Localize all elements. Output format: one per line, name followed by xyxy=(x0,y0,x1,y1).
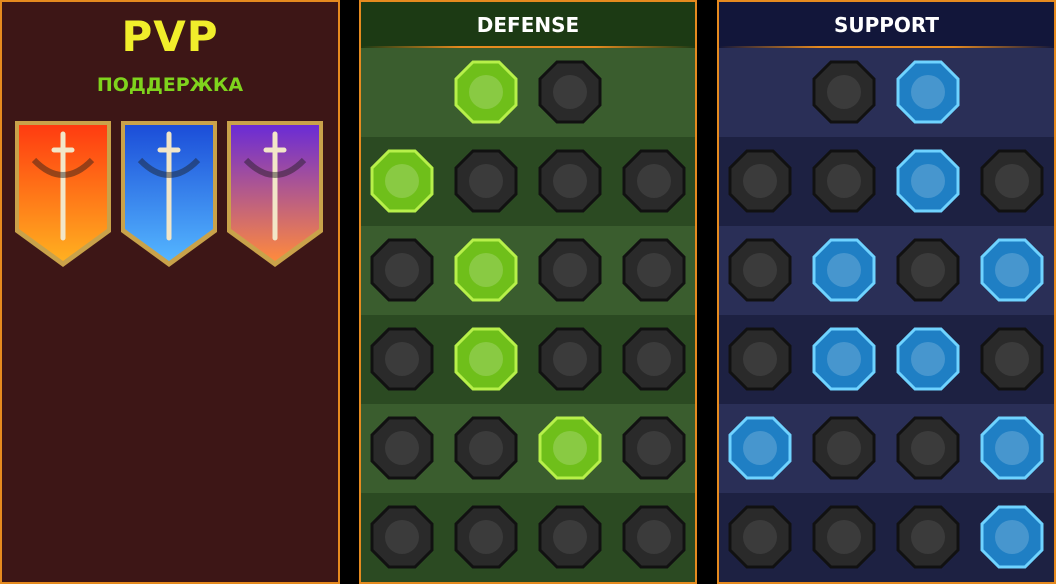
support-row xyxy=(719,226,1054,315)
purple-crossed-swords-banner[interactable] xyxy=(226,120,324,268)
defense-row xyxy=(361,493,695,582)
crossed-blades-icon[interactable] xyxy=(622,149,686,213)
eagle-head-icon[interactable] xyxy=(980,505,1044,569)
armored-torso-icon[interactable] xyxy=(538,149,602,213)
bearded-face-icon[interactable] xyxy=(538,505,602,569)
dashing-runner-icon[interactable] xyxy=(370,416,434,480)
hourglass-alien-icon[interactable] xyxy=(454,327,518,391)
raised-fist-icon[interactable] xyxy=(538,60,602,124)
flaming-warrior-icon[interactable] xyxy=(370,505,434,569)
running-boot-icon[interactable] xyxy=(812,416,876,480)
support-row xyxy=(719,493,1054,582)
page-title: PVP xyxy=(121,12,219,61)
sparkle-figure-icon[interactable] xyxy=(728,238,792,302)
punching-figure-icon[interactable] xyxy=(370,238,434,302)
glowing-hand-icon[interactable] xyxy=(896,60,960,124)
support-row xyxy=(719,48,1054,137)
stair-blocks-icon[interactable] xyxy=(454,60,518,124)
banner-row xyxy=(14,120,324,268)
compass-star-icon[interactable] xyxy=(728,416,792,480)
flaming-fist-icon[interactable] xyxy=(812,327,876,391)
gripping-fist-icon[interactable] xyxy=(896,505,960,569)
bull-head-icon[interactable] xyxy=(622,327,686,391)
speed-boot-icon[interactable] xyxy=(980,149,1044,213)
flexing-man-icon[interactable] xyxy=(622,505,686,569)
rainbow-shield-icon[interactable] xyxy=(812,149,876,213)
heart-organ-icon[interactable] xyxy=(454,149,518,213)
support-panel: SUPPORT xyxy=(717,0,1056,584)
cracked-ground-icon[interactable] xyxy=(896,238,960,302)
hooded-figure-icon[interactable] xyxy=(622,238,686,302)
pvp-support-panel: PVP ПОДДЕРЖКА xyxy=(0,0,340,584)
heart-skull-icon[interactable] xyxy=(538,238,602,302)
defense-row xyxy=(361,404,695,493)
defense-row xyxy=(361,48,695,137)
open-book-icon[interactable] xyxy=(896,327,960,391)
chained-heart-icon[interactable] xyxy=(728,327,792,391)
winged-shield-icon[interactable] xyxy=(454,505,518,569)
support-row xyxy=(719,404,1054,493)
defense-panel: DEFENSE xyxy=(359,0,697,584)
all-seeing-eye-icon[interactable] xyxy=(896,416,960,480)
potion-flask-icon[interactable] xyxy=(728,505,792,569)
slashing-arm-icon[interactable] xyxy=(622,416,686,480)
cheering-crowd-icon[interactable] xyxy=(370,327,434,391)
support-row xyxy=(719,315,1054,404)
skull-crest-icon[interactable] xyxy=(812,505,876,569)
crossbones-figure-icon[interactable] xyxy=(980,416,1044,480)
flaming-skull-icon[interactable] xyxy=(896,149,960,213)
praying-hands-icon[interactable] xyxy=(728,149,792,213)
defense-row xyxy=(361,226,695,315)
defense-row xyxy=(361,315,695,404)
blue-triple-sword-banner[interactable] xyxy=(120,120,218,268)
chevron-shield-icon[interactable] xyxy=(370,149,434,213)
knight-shield-icon[interactable] xyxy=(454,238,518,302)
lightning-bolt-icon[interactable] xyxy=(812,238,876,302)
red-sword-banner[interactable] xyxy=(14,120,112,268)
claw-marks-icon[interactable] xyxy=(454,416,518,480)
page-subtitle: ПОДДЕРЖКА xyxy=(96,74,244,96)
defense-header: DEFENSE xyxy=(361,2,695,48)
support-row xyxy=(719,137,1054,226)
sun-skull-icon[interactable] xyxy=(538,416,602,480)
open-hand-icon[interactable] xyxy=(538,327,602,391)
heart-plus-icon[interactable] xyxy=(812,60,876,124)
shadow-figures-icon[interactable] xyxy=(980,238,1044,302)
support-header: SUPPORT xyxy=(719,2,1054,48)
angry-eyes-icon[interactable] xyxy=(980,327,1044,391)
defense-row xyxy=(361,137,695,226)
